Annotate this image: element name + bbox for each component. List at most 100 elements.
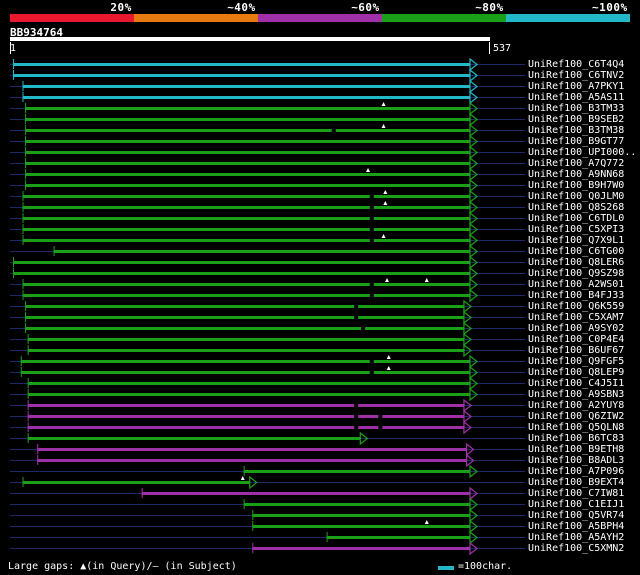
hit-bar[interactable] bbox=[25, 310, 472, 325]
hit-label[interactable]: UniRef100_A5AS11 bbox=[528, 92, 624, 103]
hit-label[interactable]: UniRef100_C7IW81 bbox=[528, 488, 624, 499]
hit-label[interactable]: UniRef100_B9ETH8 bbox=[528, 444, 624, 455]
hit-bar[interactable] bbox=[22, 288, 478, 303]
hit-bar[interactable] bbox=[27, 420, 472, 435]
hit-bar-body[interactable] bbox=[27, 426, 464, 429]
hit-bar[interactable] bbox=[22, 233, 478, 248]
hit-bar-body[interactable] bbox=[22, 217, 471, 220]
hit-bar-body[interactable] bbox=[20, 360, 470, 363]
hit-label[interactable]: UniRef100_A2WS01 bbox=[528, 279, 624, 290]
hit-label[interactable]: UniRef100_Q6K559 bbox=[528, 301, 624, 312]
hit-bar[interactable] bbox=[27, 376, 478, 391]
hit-bar[interactable] bbox=[25, 101, 478, 116]
hit-label[interactable]: UniRef100_B9H7W0 bbox=[528, 180, 624, 191]
hit-bar-body[interactable] bbox=[25, 107, 470, 110]
hit-bar[interactable] bbox=[25, 156, 478, 171]
hit-bar-body[interactable] bbox=[243, 503, 470, 506]
hit-label[interactable]: UniRef100_B8ADL3 bbox=[528, 455, 624, 466]
hit-bar-body[interactable] bbox=[27, 393, 471, 396]
hit-bar[interactable] bbox=[13, 68, 478, 83]
hit-bar-body[interactable] bbox=[27, 338, 464, 341]
hit-bar-body[interactable] bbox=[22, 481, 250, 484]
hit-bar[interactable] bbox=[22, 200, 478, 215]
hit-bar-body[interactable] bbox=[25, 129, 470, 132]
hit-bar-body[interactable] bbox=[37, 448, 467, 451]
hit-bar[interactable] bbox=[25, 112, 478, 127]
hit-bar-body[interactable] bbox=[22, 239, 471, 242]
hit-bar-body[interactable] bbox=[22, 195, 471, 198]
hit-bar[interactable] bbox=[25, 178, 478, 193]
hit-bar-body[interactable] bbox=[252, 525, 470, 528]
hit-label[interactable]: UniRef100_A5AYH2 bbox=[528, 532, 624, 543]
hit-label[interactable]: UniRef100_B4FJ33 bbox=[528, 290, 624, 301]
hit-bar-body[interactable] bbox=[13, 63, 470, 66]
hit-label[interactable]: UniRef100_C5XAM7 bbox=[528, 312, 624, 323]
hit-bar[interactable] bbox=[37, 453, 475, 468]
hit-bar-body[interactable] bbox=[25, 184, 470, 187]
hit-label[interactable]: UniRef100_C0P4E4 bbox=[528, 334, 624, 345]
hit-label[interactable]: UniRef100_B9EXT4 bbox=[528, 477, 624, 488]
hit-bar-body[interactable] bbox=[22, 206, 471, 209]
hit-bar-body[interactable] bbox=[25, 327, 464, 330]
hit-bar[interactable] bbox=[252, 541, 478, 556]
hit-bar[interactable] bbox=[27, 409, 472, 424]
hit-bar-body[interactable] bbox=[27, 437, 361, 440]
hit-label[interactable]: UniRef100_C1EIJ1 bbox=[528, 499, 624, 510]
hit-bar-body[interactable] bbox=[25, 151, 470, 154]
hit-bar[interactable] bbox=[27, 398, 472, 413]
hit-bar-body[interactable] bbox=[326, 536, 470, 539]
hit-label[interactable]: UniRef100_A9SY02 bbox=[528, 323, 624, 334]
hit-label[interactable]: UniRef100_UPI000.. bbox=[528, 147, 636, 158]
hit-label[interactable]: UniRef100_C5XMN2 bbox=[528, 543, 624, 554]
hit-bar[interactable] bbox=[22, 211, 478, 226]
hit-bar[interactable] bbox=[20, 365, 478, 380]
hit-bar-body[interactable] bbox=[22, 294, 471, 297]
hit-bar[interactable] bbox=[13, 255, 478, 270]
hit-bar-body[interactable] bbox=[141, 492, 470, 495]
hit-label[interactable]: UniRef100_Q5QLN8 bbox=[528, 422, 624, 433]
hit-bar-body[interactable] bbox=[37, 459, 467, 462]
hit-label[interactable]: UniRef100_B9GT77 bbox=[528, 136, 624, 147]
hit-bar[interactable] bbox=[252, 508, 478, 523]
hit-label[interactable]: UniRef100_Q0JLM0 bbox=[528, 191, 624, 202]
hit-label[interactable]: UniRef100_A9NN68 bbox=[528, 169, 624, 180]
hit-label[interactable]: UniRef100_B3TM38 bbox=[528, 125, 624, 136]
hit-label[interactable]: UniRef100_Q6ZIW2 bbox=[528, 411, 624, 422]
hit-label[interactable]: UniRef100_A9SBN3 bbox=[528, 389, 624, 400]
hit-bar[interactable] bbox=[326, 530, 478, 545]
hit-label[interactable]: UniRef100_A7P096 bbox=[528, 466, 624, 477]
hit-bar[interactable] bbox=[37, 442, 475, 457]
hit-label[interactable]: UniRef100_Q8S268 bbox=[528, 202, 624, 213]
hit-label[interactable]: UniRef100_B3TM33 bbox=[528, 103, 624, 114]
hit-label[interactable]: UniRef100_A2YUY8 bbox=[528, 400, 624, 411]
hit-bar-body[interactable] bbox=[25, 162, 470, 165]
hit-label[interactable]: UniRef100_C5XPI3 bbox=[528, 224, 624, 235]
hit-bar[interactable] bbox=[25, 145, 478, 160]
hit-bar[interactable] bbox=[22, 475, 258, 490]
hit-label[interactable]: UniRef100_Q9FGF5 bbox=[528, 356, 624, 367]
hit-bar-body[interactable] bbox=[25, 118, 470, 121]
hit-bar[interactable] bbox=[243, 464, 478, 479]
hit-bar[interactable] bbox=[27, 431, 369, 446]
hit-bar-body[interactable] bbox=[22, 283, 471, 286]
hit-bar-body[interactable] bbox=[27, 382, 471, 385]
hit-bar-body[interactable] bbox=[22, 85, 471, 88]
hit-label[interactable]: UniRef100_Q9SZ98 bbox=[528, 268, 624, 279]
hit-bar-body[interactable] bbox=[27, 404, 464, 407]
hit-bar[interactable] bbox=[22, 277, 478, 292]
hit-bar[interactable] bbox=[25, 123, 478, 138]
hit-bar-body[interactable] bbox=[25, 173, 470, 176]
hit-bar[interactable] bbox=[22, 90, 478, 105]
hit-bar-body[interactable] bbox=[13, 261, 470, 264]
hit-bar-body[interactable] bbox=[13, 272, 470, 275]
hit-bar[interactable] bbox=[141, 486, 478, 501]
hit-bar-body[interactable] bbox=[53, 250, 471, 253]
hit-bar[interactable] bbox=[22, 189, 478, 204]
hit-label[interactable]: UniRef100_C6TDL0 bbox=[528, 213, 624, 224]
hit-label[interactable]: UniRef100_Q7X9L1 bbox=[528, 235, 624, 246]
hit-bar[interactable] bbox=[20, 354, 478, 369]
hit-bar-body[interactable] bbox=[27, 415, 464, 418]
hit-label[interactable]: UniRef100_B9SEB2 bbox=[528, 114, 624, 125]
hit-bar-body[interactable] bbox=[252, 547, 470, 550]
hit-bar[interactable] bbox=[22, 222, 478, 237]
